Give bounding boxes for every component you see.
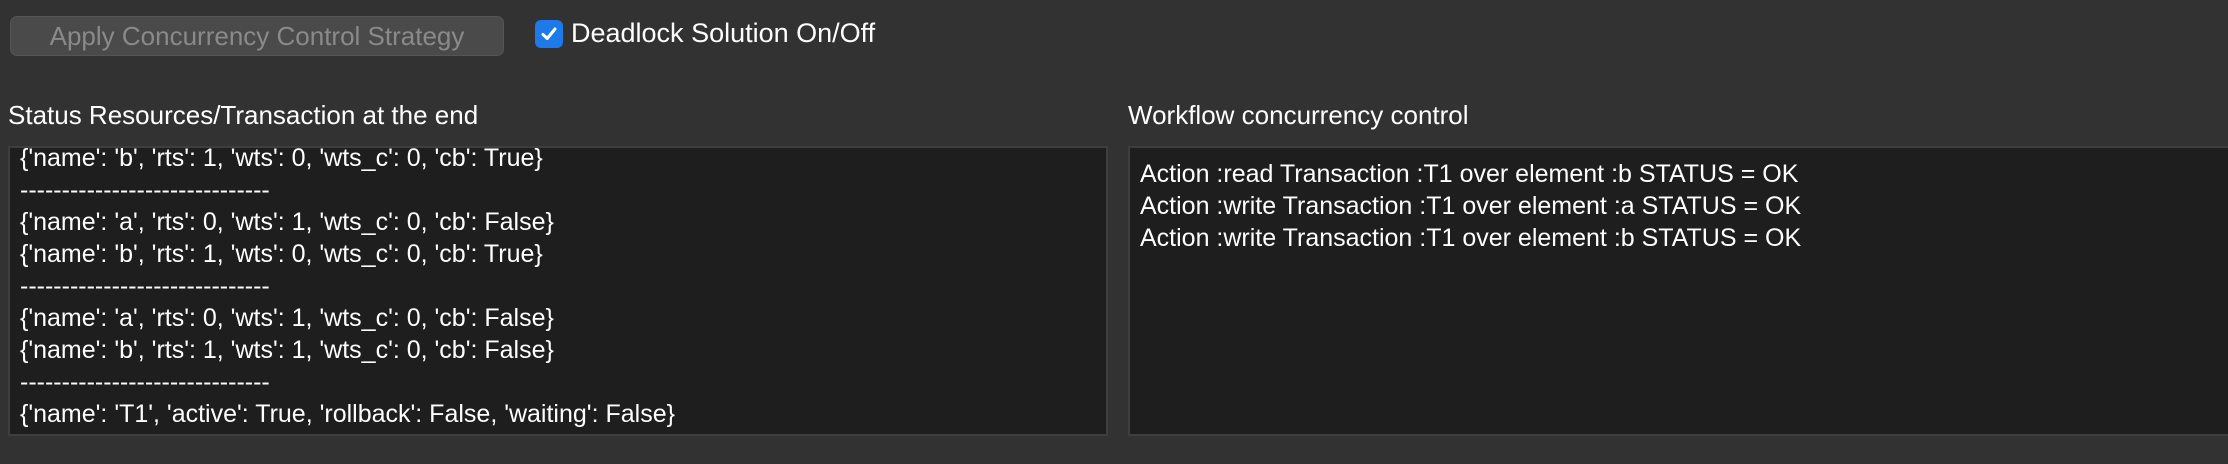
status-line: {'name': 'a', 'rts': 0, 'wts': 1, 'wts_c… bbox=[20, 304, 554, 332]
status-resources-title: Status Resources/Transaction at the end bbox=[8, 100, 479, 130]
deadlock-solution-toggle[interactable]: Deadlock Solution On/Off bbox=[535, 18, 875, 49]
status-separator: ------------------------------ bbox=[20, 368, 270, 396]
status-line: {'name': 'a', 'rts': 0, 'wts': 1, 'wts_c… bbox=[20, 208, 554, 236]
status-line: {'name': 'b', 'rts': 1, 'wts': 0, 'wts_c… bbox=[20, 240, 543, 268]
deadlock-checkbox[interactable] bbox=[535, 19, 563, 48]
status-line: {'name': 'b', 'rts': 1, 'wts': 0, 'wts_c… bbox=[20, 146, 543, 172]
checkmark-icon bbox=[541, 27, 557, 40]
status-separator: ------------------------------ bbox=[20, 176, 270, 204]
workflow-line: Action :write Transaction :T1 over eleme… bbox=[1140, 192, 1802, 220]
apply-concurrency-strategy-button[interactable]: Apply Concurrency Control Strategy bbox=[10, 16, 504, 56]
workflow-line: Action :write Transaction :T1 over eleme… bbox=[1140, 224, 1802, 252]
status-resources-textarea[interactable]: {'name': 'b', 'rts': 1, 'wts': 0, 'wts_c… bbox=[8, 146, 1108, 436]
status-line: {'name': 'T1', 'active': True, 'rollback… bbox=[20, 400, 675, 428]
deadlock-checkbox-label[interactable]: Deadlock Solution On/Off bbox=[571, 18, 875, 49]
status-separator: ------------------------------ bbox=[20, 272, 270, 300]
workflow-textarea[interactable]: Action :read Transaction :T1 over elemen… bbox=[1128, 146, 2228, 436]
status-line: {'name': 'b', 'rts': 1, 'wts': 1, 'wts_c… bbox=[20, 336, 554, 364]
workflow-line: Action :read Transaction :T1 over elemen… bbox=[1140, 160, 1799, 188]
workflow-title: Workflow concurrency control bbox=[1128, 100, 1469, 130]
toolbar: Apply Concurrency Control Strategy Deadl… bbox=[0, 0, 2228, 80]
